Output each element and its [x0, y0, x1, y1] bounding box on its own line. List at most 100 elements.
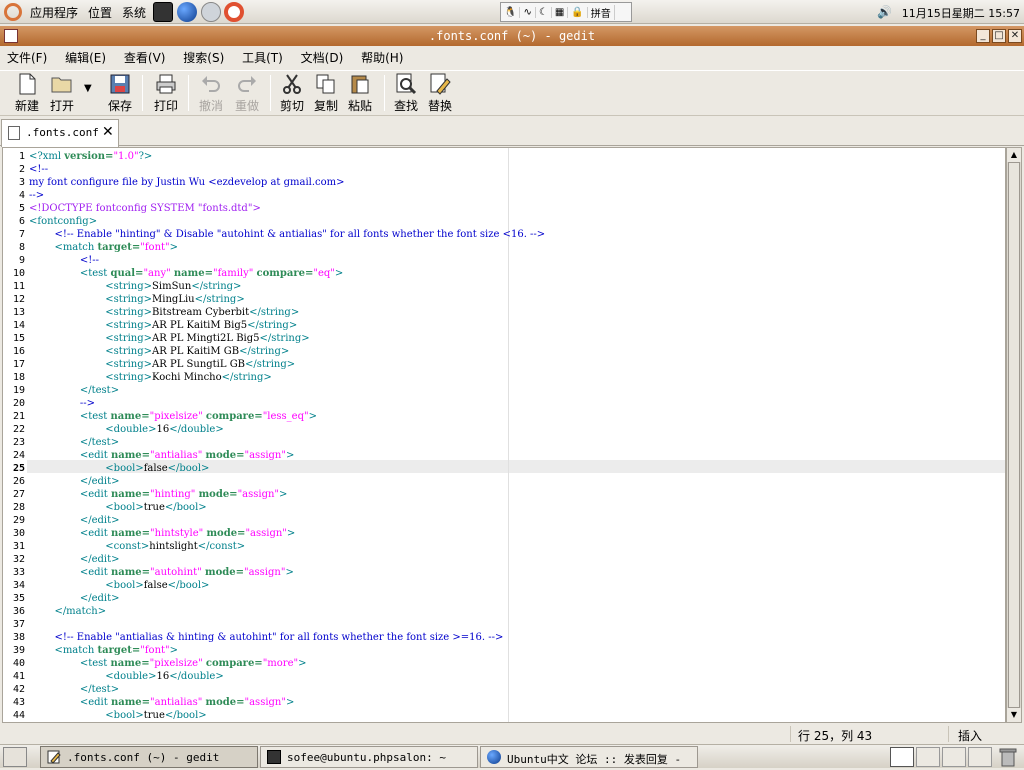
code-line[interactable]: <string>AR PL Mingti2L Big5</string>	[29, 332, 309, 345]
tab-fonts-conf[interactable]: .fonts.conf ✕	[1, 119, 119, 147]
system-menu[interactable]: 系统	[122, 4, 146, 21]
menu-help[interactable]: 帮助(H)	[354, 46, 410, 69]
code-line[interactable]: <edit name="antialias" mode="assign">	[29, 696, 295, 709]
text-editor[interactable]: 1 2 3 4 5 6 7 8 9 10 11 12 13 14 15 16 17 18 19 20 21 22 23 24 2…	[2, 147, 1006, 723]
code-line[interactable]: <string>AR PL SungtiL GB</string>	[29, 358, 295, 371]
cut-button[interactable]: 剪切	[274, 73, 310, 114]
code-line[interactable]: <edit name="hintstyle" mode="assign">	[29, 527, 295, 540]
code-line[interactable]: <fontconfig>	[29, 215, 97, 228]
workspace-1[interactable]	[890, 747, 914, 767]
close-button[interactable]: ✕	[1008, 29, 1022, 43]
new-button[interactable]: 新建	[9, 73, 45, 114]
code-line[interactable]: <!DOCTYPE fontconfig SYSTEM "fonts.dtd">	[29, 202, 261, 215]
replace-button[interactable]: 替换	[422, 73, 458, 114]
ime-moon-icon[interactable]: ☾	[536, 6, 552, 18]
code-line[interactable]: <test name="pixelsize" compare="less_eq"…	[29, 410, 317, 423]
redo-button[interactable]: 重做	[229, 73, 265, 114]
code-line[interactable]: -->	[29, 189, 44, 202]
code-line[interactable]: <match target="font">	[29, 644, 178, 657]
code-line[interactable]: <edit name="autohint" mode="assign">	[29, 566, 294, 579]
code-line[interactable]: </match>	[29, 605, 106, 618]
code-line[interactable]: </edit>	[29, 514, 120, 527]
show-desktop-icon[interactable]	[3, 747, 27, 767]
code-line[interactable]: <edit name="hinting" mode="assign">	[29, 488, 288, 501]
scroll-down-arrow-icon[interactable]: ▼	[1007, 708, 1021, 722]
code-line[interactable]: <edit name="antialias" mode="assign">	[29, 449, 295, 462]
ubuntu-logo-icon[interactable]	[4, 3, 22, 21]
trash-icon[interactable]	[996, 747, 1020, 767]
code-line[interactable]: </test>	[29, 436, 119, 449]
ime-keyboard-icon[interactable]: ▦	[552, 6, 569, 18]
code-line[interactable]: <bool>true</bool>	[29, 501, 206, 514]
code-line[interactable]: <bool>false</bool>	[29, 579, 209, 592]
code-line[interactable]: <string>MingLiu</string>	[29, 293, 244, 306]
code-line[interactable]: <bool>false</bool>	[29, 462, 209, 475]
window-titlebar[interactable]: .fonts.conf (~) - gedit _ □ ✕	[0, 26, 1024, 46]
copy-button[interactable]: 复制	[308, 73, 344, 114]
line-number: 40	[12, 658, 25, 669]
code-line[interactable]: <double>16</double>	[29, 423, 223, 436]
code-line[interactable]: <string>AR PL KaitiM GB</string>	[29, 345, 289, 358]
code-line[interactable]: <string>Kochi Mincho</string>	[29, 371, 271, 384]
menu-documents[interactable]: 文档(D)	[294, 46, 351, 69]
code-line[interactable]: </edit>	[29, 592, 120, 605]
code-line[interactable]: <double>16</double>	[29, 670, 223, 683]
print-button[interactable]: 打印	[148, 73, 184, 114]
workspace-4[interactable]	[968, 747, 992, 767]
menu-tools[interactable]: 工具(T)	[235, 46, 290, 69]
menu-view[interactable]: 查看(V)	[117, 46, 173, 69]
code-line[interactable]: </edit>	[29, 553, 120, 566]
ime-lock-icon[interactable]: 🔒	[568, 6, 588, 18]
code-line[interactable]: <string>Bitstream Cyberbit</string>	[29, 306, 299, 319]
maximize-button[interactable]: □	[992, 29, 1006, 43]
code-line[interactable]: </edit>	[29, 475, 120, 488]
code-line[interactable]: <!-- Enable "hinting" & Disable "autohin…	[29, 228, 545, 241]
find-button[interactable]: 查找	[388, 73, 424, 114]
scroll-up-arrow-icon[interactable]: ▲	[1007, 148, 1021, 162]
code-line[interactable]: <!-- Enable "antialias & hinting & autoh…	[29, 631, 503, 644]
open-recent-chevron-down-icon[interactable]: ▼	[84, 83, 92, 94]
taskbar-item-browser[interactable]: Ubuntu中文 论坛 :: 发表回复 -	[480, 746, 698, 768]
menu-search[interactable]: 搜索(S)	[176, 46, 231, 69]
vertical-scrollbar[interactable]: ▲ ▼	[1006, 147, 1022, 723]
browser-launcher-icon[interactable]	[177, 2, 197, 22]
open-button[interactable]: 打开	[44, 73, 80, 114]
code-line[interactable]: </test>	[29, 683, 119, 696]
code-line[interactable]: <string>AR PL KaitiM Big5</string>	[29, 319, 297, 332]
undo-button[interactable]: 撤消	[193, 73, 229, 114]
code-line[interactable]: my font configure file by Justin Wu <ezd…	[29, 176, 345, 189]
menu-edit[interactable]: 编辑(E)	[58, 46, 113, 69]
ime-config-icon[interactable]: ∿	[520, 6, 536, 18]
places-menu[interactable]: 位置	[88, 4, 112, 21]
taskbar-item-terminal[interactable]: sofee@ubuntu.phpsalon: ~	[260, 746, 478, 768]
paste-button[interactable]: 粘贴	[342, 73, 378, 114]
code-line[interactable]: </test>	[29, 384, 119, 397]
code-line[interactable]: <test name="pixelsize" compare="more">	[29, 657, 307, 670]
workspace-3[interactable]	[942, 747, 966, 767]
code-line[interactable]: -->	[29, 397, 95, 410]
tab-close-icon[interactable]: ✕	[102, 124, 114, 140]
code-line[interactable]: <const>hintslight</const>	[29, 540, 245, 553]
code-line[interactable]: <!--	[29, 254, 99, 267]
menu-file[interactable]: 文件(F)	[0, 46, 54, 69]
code-line[interactable]: <string>SimSun</string>	[29, 280, 241, 293]
code-line[interactable]: <test qual="any" name="family" compare="…	[29, 267, 343, 280]
ime-mode-label[interactable]: 拼音	[588, 4, 615, 20]
help-launcher-icon[interactable]	[224, 2, 244, 22]
code-line[interactable]: <match target="font">	[29, 241, 178, 254]
code-line[interactable]: <bool>true</bool>	[29, 709, 206, 722]
volume-icon[interactable]: 🔊	[877, 5, 892, 19]
scrollbar-thumb[interactable]	[1008, 162, 1020, 708]
code-line[interactable]: <?xml version="1.0"?>	[29, 150, 152, 163]
terminal-launcher-icon[interactable]	[153, 2, 173, 22]
mail-launcher-icon[interactable]	[201, 2, 221, 22]
code-line[interactable]: <!--	[29, 163, 48, 176]
input-method-bar[interactable]: 🐧 ∿ ☾ ▦ 🔒 拼音	[500, 2, 632, 22]
ime-penguin-icon[interactable]: 🐧	[501, 6, 521, 18]
taskbar-item-gedit[interactable]: .fonts.conf (~) - gedit	[40, 746, 258, 768]
applications-menu[interactable]: 应用程序	[30, 4, 78, 21]
save-button[interactable]: 保存	[102, 73, 138, 114]
minimize-button[interactable]: _	[976, 29, 990, 43]
clock[interactable]: 11月15日星期二 15:57	[902, 5, 1020, 21]
workspace-2[interactable]	[916, 747, 940, 767]
